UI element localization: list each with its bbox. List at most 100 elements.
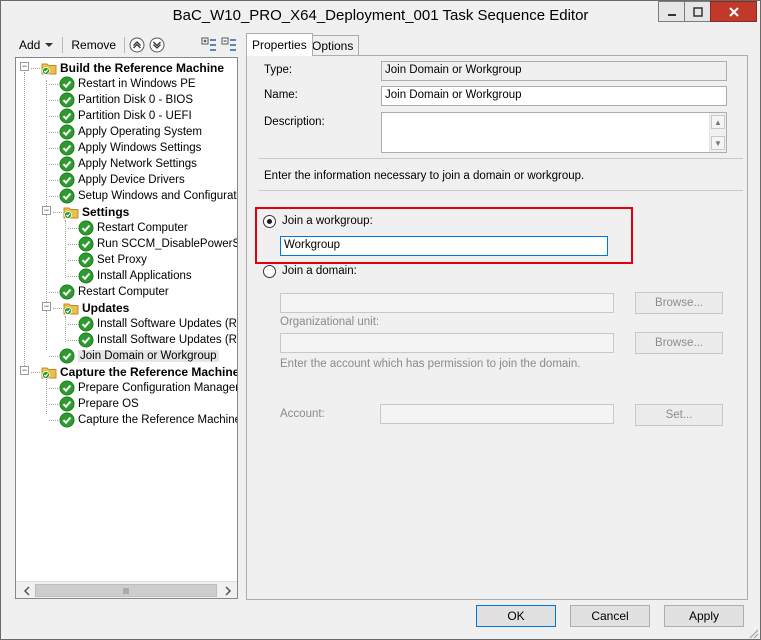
tree-item-label: Set Proxy (97, 254, 147, 266)
resize-grip-icon[interactable] (747, 627, 759, 639)
tree-step[interactable]: Prepare Configuration Manager Cl (59, 380, 237, 396)
cancel-button[interactable]: Cancel (570, 605, 650, 627)
check-circle-icon (59, 76, 75, 92)
apply-button[interactable]: Apply (664, 605, 744, 627)
tree-item-label: Restart Computer (97, 222, 188, 234)
join-workgroup-radio[interactable] (263, 215, 276, 228)
tree-step[interactable]: Install Software Updates (Rec (78, 316, 237, 332)
expand-tree-button[interactable] (201, 37, 217, 53)
tree-step[interactable]: Run SCCM_DisablePowerSav (78, 236, 238, 252)
check-circle-icon (59, 172, 75, 188)
tree-step[interactable]: Install Software Updates (Rec (78, 332, 237, 348)
tab-properties[interactable]: Properties (246, 33, 313, 56)
check-circle-icon (78, 268, 94, 284)
domain-input[interactable] (280, 293, 614, 313)
tree-item-label: Apply Operating System (78, 126, 203, 138)
expand-toggle-build[interactable]: − (20, 62, 29, 71)
check-circle-icon (59, 188, 75, 204)
description-scrollbar[interactable]: ▲ ▼ (709, 113, 726, 152)
tree-horizontal-scrollbar[interactable] (16, 581, 237, 598)
tree-group[interactable]: Updates (63, 300, 129, 316)
check-circle-icon (59, 412, 75, 428)
ok-button[interactable]: OK (476, 605, 556, 627)
tree-connector (49, 292, 58, 293)
check-circle-icon (78, 316, 94, 332)
add-menu-button[interactable]: Add (13, 36, 60, 54)
account-input[interactable] (380, 404, 614, 424)
minimize-button[interactable] (658, 1, 684, 22)
tree-item-label: Run SCCM_DisablePowerSav (97, 238, 238, 250)
ou-input[interactable] (280, 333, 614, 353)
tree-step[interactable]: Apply Operating System (59, 124, 202, 140)
scroll-down-button[interactable]: ▼ (711, 136, 725, 150)
section-divider (259, 190, 743, 191)
tree-step[interactable]: Apply Device Drivers (59, 172, 185, 188)
scroll-up-button[interactable]: ▲ (711, 115, 725, 129)
tree-connector (65, 220, 66, 278)
move-down-button[interactable] (149, 37, 165, 53)
tree-connector (49, 100, 58, 101)
tree-connector (68, 260, 77, 261)
folder-check-icon (41, 63, 57, 75)
type-label: Type: (264, 64, 293, 76)
set-account-button[interactable]: Set... (635, 404, 723, 426)
tree-group[interactable]: Capture the Reference Machine (41, 364, 237, 380)
expand-toggle-capture[interactable]: − (20, 366, 29, 375)
tree-step[interactable]: Capture the Reference Machine (59, 412, 238, 428)
browse-ou-button[interactable]: Browse... (635, 332, 723, 354)
tree-step[interactable]: Restart in Windows PE (59, 76, 196, 92)
tree-connector (49, 116, 58, 117)
tree-step[interactable]: Apply Windows Settings (59, 140, 201, 156)
description-input[interactable]: ▲ ▼ (381, 112, 727, 153)
dropdown-arrow-icon (45, 43, 54, 47)
close-button[interactable] (710, 1, 757, 22)
check-circle-icon (59, 156, 75, 172)
tree-group[interactable]: Settings (63, 204, 129, 220)
tree-connector (53, 212, 62, 213)
maximize-icon (692, 6, 703, 17)
tree-step[interactable]: Partition Disk 0 - BIOS (59, 92, 193, 108)
name-input[interactable]: Join Domain or Workgroup (381, 86, 727, 106)
tree-step[interactable]: Apply Network Settings (59, 156, 197, 172)
toolbar-separator (124, 37, 126, 53)
tree-item-label: Updates (82, 301, 130, 315)
scroll-right-button[interactable] (219, 582, 236, 598)
tree-item-label: Restart in Windows PE (78, 78, 196, 90)
scroll-thumb[interactable] (35, 584, 217, 597)
tree-item-label: Setup Windows and Configuration (78, 190, 238, 202)
tree-step[interactable]: Join Domain or Workgroup (59, 348, 219, 364)
check-circle-icon (78, 332, 94, 348)
expand-tree-icon (201, 37, 217, 51)
move-up-button[interactable] (129, 37, 145, 53)
remove-label: Remove (71, 38, 117, 52)
chevron-left-icon (23, 585, 30, 596)
workgroup-input[interactable]: Workgroup (280, 236, 608, 256)
tree-step[interactable]: Install Applications (78, 268, 192, 284)
tree-step[interactable]: Set Proxy (78, 252, 147, 268)
tree-connector (68, 244, 77, 245)
tree-connector (49, 356, 58, 357)
tree-item-label: Join Domain or Workgroup (78, 350, 219, 362)
tab-options[interactable]: Options (306, 35, 360, 55)
tree-connector (24, 72, 25, 374)
remove-button[interactable]: Remove (65, 36, 122, 54)
tree-step[interactable]: Restart Computer (59, 284, 169, 300)
browse-domain-button[interactable]: Browse... (635, 292, 723, 314)
collapse-tree-button[interactable] (221, 37, 237, 53)
tree-group[interactable]: Build the Reference Machine (41, 60, 224, 76)
expand-toggle-settings[interactable]: − (42, 206, 51, 215)
expand-toggle-updates[interactable]: − (42, 302, 51, 311)
check-circle-icon (59, 92, 75, 108)
chevron-right-icon (224, 585, 231, 596)
scroll-left-button[interactable] (18, 582, 35, 598)
tree-step[interactable]: Setup Windows and Configuration (59, 188, 238, 204)
tree-connector (49, 404, 58, 405)
tree-step[interactable]: Restart Computer (78, 220, 188, 236)
maximize-button[interactable] (684, 1, 710, 22)
tree-step[interactable]: Partition Disk 0 - UEFI (59, 108, 192, 124)
title-bar[interactable]: BaC_W10_PRO_X64_Deployment_001 Task Sequ… (1, 1, 760, 33)
task-sequence-tree[interactable]: − − − − Build the Reference Machine Resta… (15, 57, 238, 599)
tree-item-label: Capture the Reference Machine (78, 414, 238, 426)
join-domain-radio[interactable] (263, 265, 276, 278)
tree-step[interactable]: Prepare OS (59, 396, 139, 412)
